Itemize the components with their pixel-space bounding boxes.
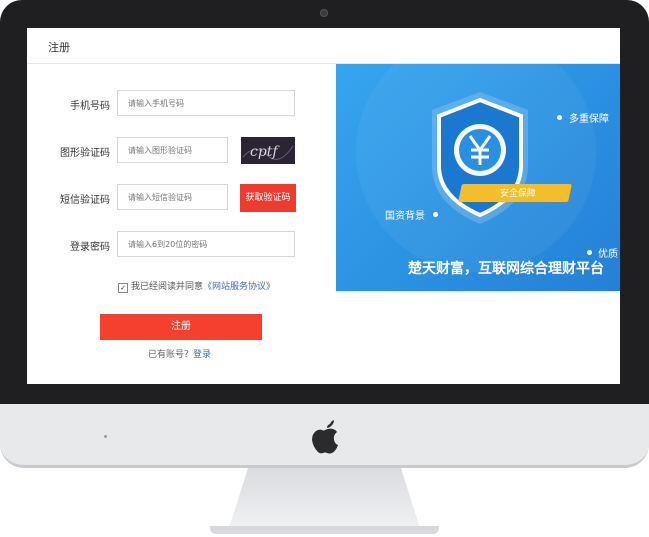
page-title: 注册 xyxy=(48,41,70,54)
feature-dot xyxy=(557,115,562,120)
service-agreement-link[interactable]: 《网站服务协议》 xyxy=(203,282,275,292)
camera-icon xyxy=(320,9,328,17)
agreement-row: ✓ 我已经阅读并同意《网站服务协议》 xyxy=(118,279,275,293)
captcha-input[interactable] xyxy=(117,137,228,163)
captcha-image-text: cptf xyxy=(250,144,280,160)
screen: 注册 手机号码 图形验证码 cptf 短信验证码 获取验证码 登录密码 ✓我已经… xyxy=(27,28,620,384)
get-sms-code-button[interactable]: 获取验证码 xyxy=(240,184,296,212)
feature-dot xyxy=(587,250,592,255)
monitor-stand xyxy=(229,468,420,528)
phone-label: 手机号码 xyxy=(70,101,110,112)
password-label: 登录密码 xyxy=(70,242,110,253)
indicator-dot xyxy=(104,435,107,438)
agreement-checkbox[interactable]: ✓ xyxy=(118,283,128,293)
monitor-chin xyxy=(0,404,649,468)
monitor-bezel: 注册 手机号码 图形验证码 cptf 短信验证码 获取验证码 登录密码 ✓我已经… xyxy=(0,0,649,404)
sms-code-input[interactable] xyxy=(117,184,228,210)
register-button[interactable]: 注册 xyxy=(100,314,262,340)
captcha-label: 图形验证码 xyxy=(60,148,110,159)
captcha-image[interactable]: cptf xyxy=(241,137,295,164)
shield-yuan-icon xyxy=(356,64,596,272)
phone-input[interactable] xyxy=(117,90,295,116)
monitor-stand-base xyxy=(210,526,439,534)
login-prompt: 已有账号？登录 xyxy=(148,347,211,360)
sms-label: 短信验证码 xyxy=(60,195,110,206)
login-link[interactable]: 登录 xyxy=(193,350,211,360)
agreement-text: 我已经阅读并同意 xyxy=(131,282,204,292)
feature-dot xyxy=(433,212,438,217)
password-input[interactable] xyxy=(117,231,295,257)
banner-slogan: 楚天财富，互联网综合理财平台 xyxy=(408,261,604,277)
promo-banner: 安全保障 多重保障 国资背景 优质 楚天财富，互联网综合理财平台 xyxy=(336,64,620,291)
page-header: 注册 xyxy=(27,28,620,64)
ribbon-text: 安全保障 xyxy=(500,189,537,199)
feature-label-state-owned: 国资背景 xyxy=(385,211,425,222)
apple-logo-icon xyxy=(312,420,338,454)
login-prompt-text: 已有账号？ xyxy=(148,350,194,360)
feature-label-guarantee: 多重保障 xyxy=(569,114,609,125)
